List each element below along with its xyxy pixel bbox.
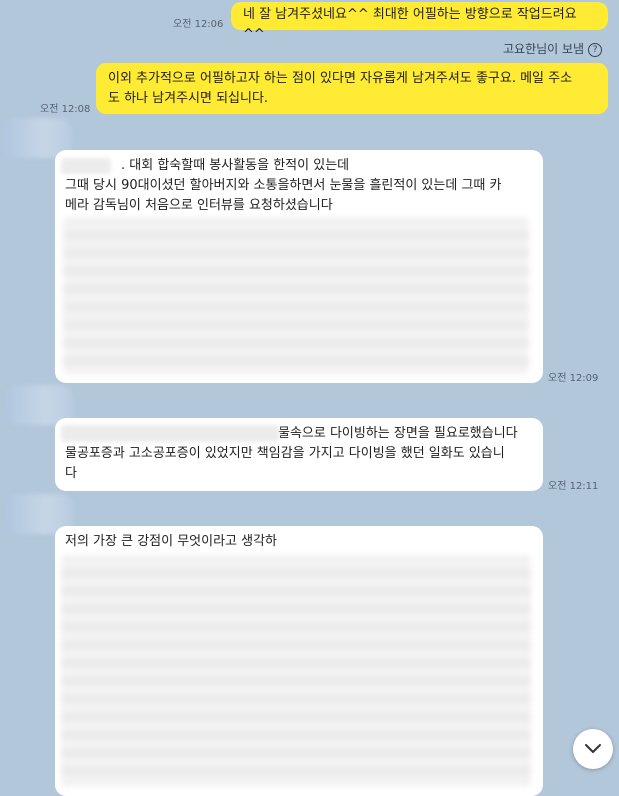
sent-message-bubble[interactable]: 네 잘 남겨주셨네요^^ 최대한 어필하는 방향으로 작업드려요^^ — [231, 2, 608, 42]
sender-note-text: 고요한님이 보냄 — [503, 42, 585, 56]
message-text-line: . 대회 합숙할때 봉사활동을 한적이 있는데 — [121, 158, 350, 173]
help-icon[interactable]: ? — [588, 42, 603, 57]
timestamp: 오전 12:08 — [40, 104, 91, 115]
scroll-to-bottom-button[interactable] — [573, 729, 613, 769]
message-text-line: 그때 당시 90대이셨던 할아버지와 소통을하면서 눈물을 흘린적이 있는데 그… — [65, 178, 502, 193]
redacted-text — [61, 425, 279, 442]
message-text-line: 이외 추가적으로 어필하고자 하는 점이 있다면 자유롭게 남겨주셔도 좋구요.… — [108, 71, 573, 86]
blurred-content — [63, 218, 529, 374]
timestamp: 오전 12:09 — [548, 373, 599, 384]
message-text-line: 저의 가장 큰 강점이 무엇이라고 생각하 — [65, 534, 278, 549]
message-text-line: 물공포증과 고소공포증이 있었지만 책임감을 가지고 다이빙을 했던 일화도 있… — [65, 446, 505, 461]
redacted-text — [61, 158, 111, 174]
chevron-down-icon — [585, 744, 601, 753]
message-text-line: 메라 감독님이 처음으로 인터뷰를 요청하셨습니다 — [65, 198, 333, 213]
received-message-bubble[interactable]: . 대회 합숙할때 봉사활동을 한적이 있는데 그때 당시 90대이셨던 할아버… — [55, 150, 543, 383]
message-text-line: 다 — [65, 466, 77, 481]
timestamp: 오전 12:11 — [548, 481, 599, 492]
sender-note: 고요한님이 보냄? — [503, 40, 603, 57]
received-message-bubble[interactable]: 저의 가장 큰 강점이 무엇이라고 생각하 — [55, 526, 543, 796]
message-text-line: 도 하나 남겨주시면 되십니다. — [108, 91, 269, 106]
timestamp: 오전 12:06 — [173, 19, 224, 30]
received-message-bubble[interactable]: 물속으로 다이빙하는 장면을 필요로했습니다 물공포증과 고소공포증이 있었지만… — [55, 418, 543, 491]
message-text: 네 잘 남겨주셨네요^^ 최대한 어필하는 방향으로 작업드려요^^ — [243, 7, 577, 42]
blurred-content — [61, 556, 531, 786]
sent-message-bubble[interactable]: 이외 추가적으로 어필하고자 하는 점이 있다면 자유롭게 남겨주셔도 좋구요.… — [96, 63, 608, 114]
